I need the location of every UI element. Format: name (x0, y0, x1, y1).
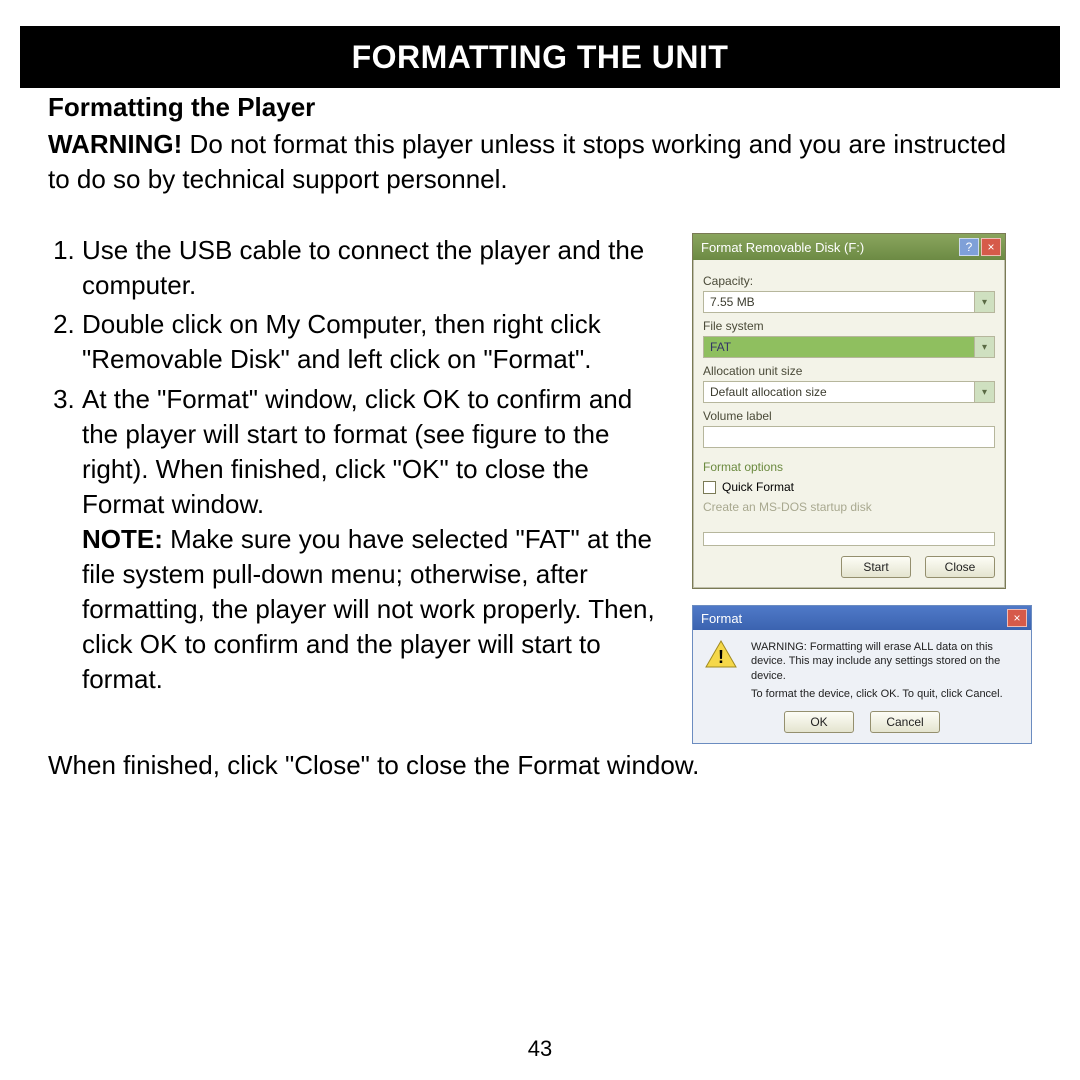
figures-column: Format Removable Disk (F:) ? × Capacity:… (692, 233, 1032, 744)
help-button[interactable]: ? (959, 238, 979, 256)
format-options-label: Format options (703, 460, 995, 474)
filesystem-combo[interactable]: FAT ▾ (703, 336, 995, 358)
cancel-button[interactable]: Cancel (870, 711, 940, 733)
warning-line-1: WARNING: Formatting will erase ALL data … (751, 640, 1019, 683)
format-dialog: Format Removable Disk (F:) ? × Capacity:… (692, 233, 1006, 589)
warning-dialog-titlebar: Format × (693, 606, 1031, 630)
instructions-column: Use the USB cable to connect the player … (48, 233, 692, 744)
volume-label: Volume label (703, 409, 995, 423)
step-item: Use the USB cable to connect the player … (82, 233, 674, 303)
progress-bar (703, 532, 995, 546)
warning-dialog-title: Format (701, 611, 742, 626)
note-text: Make sure you have selected "FAT" at the… (82, 524, 655, 694)
capacity-value: 7.55 MB (710, 295, 755, 309)
allocation-combo[interactable]: Default allocation size ▾ (703, 381, 995, 403)
subsection-heading: Formatting the Player (48, 92, 1032, 123)
warning-dialog-text: WARNING: Formatting will erase ALL data … (751, 640, 1019, 701)
format-dialog-titlebar: Format Removable Disk (F:) ? × (693, 234, 1005, 260)
allocation-value: Default allocation size (710, 385, 827, 399)
steps-list: Use the USB cable to connect the player … (48, 233, 674, 697)
quick-format-label: Quick Format (722, 480, 794, 494)
quick-format-option[interactable]: Quick Format (703, 480, 995, 494)
section-header-title: FORMATTING THE UNIT (352, 39, 729, 76)
format-dialog-body: Capacity: 7.55 MB ▾ File system FAT ▾ Al… (693, 260, 1005, 588)
titlebar-buttons: ? × (959, 238, 1001, 256)
close-button[interactable]: × (981, 238, 1001, 256)
close-button-2[interactable]: Close (925, 556, 995, 578)
chevron-down-icon: ▾ (974, 292, 994, 312)
warning-dialog-buttons: OK Cancel (693, 705, 1031, 743)
allocation-label: Allocation unit size (703, 364, 995, 378)
svg-text:!: ! (718, 647, 724, 667)
close-button[interactable]: × (1007, 609, 1027, 627)
volume-label-input[interactable] (703, 426, 995, 448)
chevron-down-icon: ▾ (974, 337, 994, 357)
disabled-option: Create an MS-DOS startup disk (703, 500, 995, 514)
format-dialog-title: Format Removable Disk (F:) (701, 240, 864, 255)
tail-sentence: When finished, click "Close" to close th… (48, 748, 1032, 783)
warning-label: WARNING! (48, 129, 182, 159)
step-3-text: At the "Format" window, click OK to conf… (82, 384, 632, 519)
warning-dialog-body: ! WARNING: Formatting will erase ALL dat… (693, 630, 1031, 705)
capacity-label: Capacity: (703, 274, 995, 288)
step-item: At the "Format" window, click OK to conf… (82, 382, 674, 698)
filesystem-label: File system (703, 319, 995, 333)
capacity-combo[interactable]: 7.55 MB ▾ (703, 291, 995, 313)
checkbox-icon (703, 481, 716, 494)
start-button[interactable]: Start (841, 556, 911, 578)
chevron-down-icon: ▾ (974, 382, 994, 402)
filesystem-value: FAT (710, 340, 731, 354)
ok-button[interactable]: OK (784, 711, 854, 733)
page-content: Formatting the Player WARNING! Do not fo… (48, 92, 1032, 1020)
section-header: FORMATTING THE UNIT (20, 26, 1060, 88)
warning-line-2: To format the device, click OK. To quit,… (751, 687, 1019, 701)
content-row: Use the USB cable to connect the player … (48, 233, 1032, 744)
page-number: 43 (0, 1036, 1080, 1062)
format-dialog-buttons: Start Close (703, 556, 995, 578)
warning-dialog: Format × ! WARNING: Formatting will eras… (692, 605, 1032, 744)
manual-page: FORMATTING THE UNIT Formatting the Playe… (0, 0, 1080, 1080)
note-label: NOTE: (82, 524, 163, 554)
warning-icon: ! (705, 640, 737, 668)
warning-paragraph: WARNING! Do not format this player unles… (48, 127, 1032, 197)
step-item: Double click on My Computer, then right … (82, 307, 674, 377)
warning-text: Do not format this player unless it stop… (48, 129, 1006, 194)
